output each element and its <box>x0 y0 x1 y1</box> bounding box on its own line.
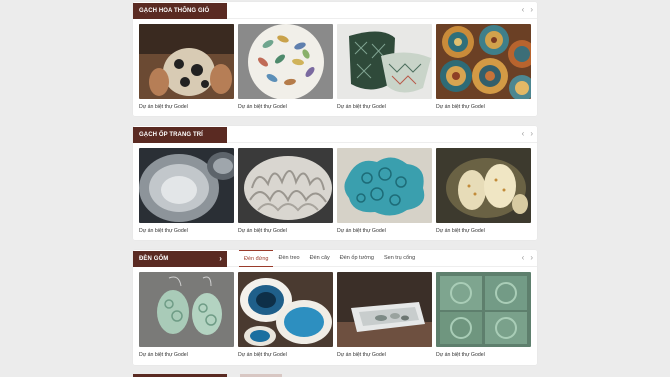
chevron-right-icon[interactable]: › <box>530 129 533 139</box>
product-caption[interactable]: Dự án biệt thự Godel <box>238 228 333 238</box>
product-image[interactable] <box>139 272 234 347</box>
section-title[interactable]: GẠCH ỐP TRANG TRÍ <box>133 127 227 143</box>
tab-den-treo[interactable]: Đèn treo <box>273 250 304 267</box>
product-caption[interactable]: Dự án biệt thự Godel <box>436 352 531 362</box>
section-header: GẠCH HOA THÔNG GIÓ ‹ › <box>133 2 537 19</box>
chevron-right-icon[interactable]: › <box>530 253 533 263</box>
tab-den-op-tuong[interactable]: Đèn ốp tường <box>335 250 379 267</box>
product-caption[interactable]: Dự án biệt thự Godel <box>139 228 234 238</box>
chevron-left-icon[interactable]: ‹ <box>522 129 525 139</box>
product-card[interactable]: Dự án biệt thự Godel <box>238 272 333 362</box>
product-card[interactable]: Dự án biệt thự Godel <box>436 272 531 362</box>
product-card[interactable]: Dự án biệt thự Godel <box>139 148 234 238</box>
chevron-right-icon: › <box>219 254 222 263</box>
product-carousel: Dự án biệt thự Godel Dự án biệt thự Gode… <box>133 19 537 114</box>
product-image[interactable] <box>238 272 333 347</box>
product-image[interactable] <box>139 24 234 99</box>
product-caption[interactable]: Dự án biệt thự Godel <box>238 104 333 114</box>
chevron-left-icon[interactable]: ‹ <box>522 5 525 15</box>
product-card[interactable]: Dự án biệt thự Godel <box>337 272 432 362</box>
product-card[interactable]: Dự án biệt thự Godel <box>436 24 531 114</box>
section-gach-hoa-thong-gio: GẠCH HOA THÔNG GIÓ ‹ › Dự án biệt thự Go… <box>133 2 537 116</box>
chevron-right-icon[interactable]: › <box>530 5 533 15</box>
product-caption[interactable]: Dự án biệt thự Godel <box>337 104 432 114</box>
product-card[interactable]: Dự án biệt thự Godel <box>238 24 333 114</box>
product-caption[interactable]: Dự án biệt thự Godel <box>436 228 531 238</box>
product-caption[interactable]: Dự án biệt thự Godel <box>139 104 234 114</box>
section-den-gom: ĐÈN GỐM › Đèn đứng Đèn treo Đèn cây Đèn … <box>133 250 537 365</box>
product-carousel: Dự án biệt thự Godel Dự án biệt thự Gode… <box>133 267 537 362</box>
product-card[interactable]: Dự án biệt thự Godel <box>436 148 531 238</box>
product-image[interactable] <box>436 24 531 99</box>
product-image[interactable] <box>436 272 531 347</box>
product-caption[interactable]: Dự án biệt thự Godel <box>139 352 234 362</box>
tab-den-dung[interactable]: Đèn đứng <box>239 250 274 267</box>
product-card[interactable]: Dự án biệt thự Godel <box>337 148 432 238</box>
product-card[interactable]: Dự án biệt thự Godel <box>238 148 333 238</box>
product-image[interactable] <box>139 148 234 223</box>
product-image[interactable] <box>436 148 531 223</box>
product-card[interactable]: Dự án biệt thự Godel <box>139 24 234 114</box>
product-card[interactable]: Dự án biệt thự Godel <box>139 272 234 362</box>
section-title-label: ĐÈN GỐM <box>139 256 169 262</box>
section-header: GẠCH ỐP TRANG TRÍ ‹ › <box>133 126 537 143</box>
product-image[interactable] <box>337 272 432 347</box>
product-image[interactable] <box>337 24 432 99</box>
product-caption[interactable]: Dự án biệt thự Godel <box>436 104 531 114</box>
product-caption[interactable]: Dự án biệt thự Godel <box>337 352 432 362</box>
category-tabs: Đèn đứng Đèn treo Đèn cây Đèn ốp tường S… <box>239 250 420 267</box>
product-caption[interactable]: Dự án biệt thự Godel <box>238 352 333 362</box>
tab-sen-tru-cong[interactable]: Sen trụ cổng <box>379 250 420 267</box>
product-image[interactable] <box>337 148 432 223</box>
product-image[interactable] <box>238 148 333 223</box>
section-gach-op-trang-tri: GẠCH ỐP TRANG TRÍ ‹ › Dự án biệt thự God… <box>133 126 537 240</box>
product-image[interactable] <box>238 24 333 99</box>
product-card[interactable]: Dự án biệt thự Godel <box>337 24 432 114</box>
section-header: ĐÈN GỐM › Đèn đứng Đèn treo Đèn cây Đèn … <box>133 250 537 267</box>
product-caption[interactable]: Dự án biệt thự Godel <box>337 228 432 238</box>
product-carousel: Dự án biệt thự Godel Dự án biệt thự Gode… <box>133 143 537 238</box>
chevron-left-icon[interactable]: ‹ <box>522 253 525 263</box>
carousel-nav: ‹ › <box>522 5 533 15</box>
section-title[interactable]: ĐÈN GỐM › <box>133 251 227 267</box>
tab-den-cay[interactable]: Đèn cây <box>305 250 335 267</box>
section-title[interactable]: GẠCH HOA THÔNG GIÓ <box>133 3 227 19</box>
carousel-nav: ‹ › <box>522 129 533 139</box>
carousel-nav: ‹ › <box>522 253 533 263</box>
